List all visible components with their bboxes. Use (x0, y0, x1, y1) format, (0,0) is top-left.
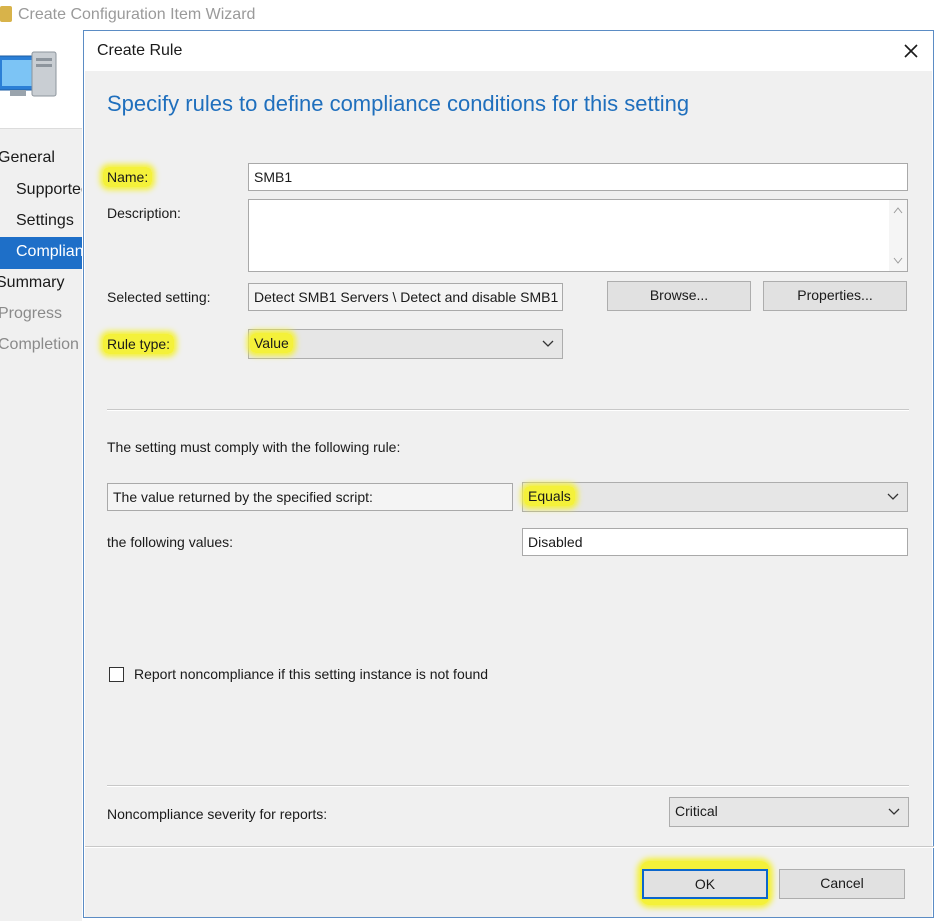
sidebar-item-supported-platforms[interactable]: Supported Platforms (16, 181, 82, 199)
rule-subject-field: The value returned by the specified scri… (107, 483, 513, 511)
separator (107, 409, 909, 411)
create-rule-dialog: Create Rule Specify rules to define comp… (83, 30, 934, 918)
wizard-app-icon (0, 6, 12, 22)
close-icon[interactable] (899, 39, 923, 63)
rule-type-label-wrap: Rule type: (103, 334, 175, 354)
description-label: Description: (107, 205, 181, 221)
wizard-title: Create Configuration Item Wizard (18, 6, 256, 23)
chevron-down-icon (887, 493, 899, 500)
report-noncompliance-label: Report noncompliance if this setting ins… (134, 666, 489, 682)
sidebar-item-summary[interactable]: Summary (0, 274, 82, 292)
dialog-title: Create Rule (97, 42, 183, 59)
selected-setting-field: Detect SMB1 Servers \ Detect and disable… (248, 283, 563, 311)
rule-type-value: Value (250, 333, 293, 353)
name-input[interactable]: SMB1 (248, 163, 908, 191)
separator (107, 785, 909, 787)
sidebar-item-settings[interactable]: Settings (16, 212, 82, 230)
scroll-down-icon[interactable] (893, 257, 903, 265)
following-values-input[interactable]: Disabled (522, 528, 908, 556)
report-noncompliance-checkbox[interactable] (109, 667, 124, 682)
scroll-up-icon[interactable] (893, 206, 903, 214)
rule-intro-text: The setting must comply with the followi… (107, 439, 401, 455)
operator-value: Equals (524, 486, 575, 506)
operator-select[interactable]: Equals (522, 482, 908, 512)
following-values-label: the following values: (107, 534, 234, 550)
sidebar-item-completion: Completion (0, 336, 79, 353)
name-label: Name: (103, 167, 153, 187)
sidebar-item-progress: Progress (0, 305, 63, 322)
rule-type-label: Rule type: (103, 334, 175, 354)
separator (85, 846, 934, 848)
dialog-titlebar: Create Rule (84, 31, 933, 71)
dialog-body: Specify rules to define compliance condi… (85, 71, 934, 917)
severity-label: Noncompliance severity for reports: (107, 806, 328, 822)
description-textarea[interactable] (248, 199, 908, 272)
severity-value: Critical (675, 803, 718, 819)
selected-setting-label: Selected setting: (107, 289, 211, 305)
severity-select[interactable]: Critical (669, 797, 909, 827)
wizard-titlebar: Create Configuration Item Wizard (0, 0, 936, 30)
chevron-down-icon (542, 340, 554, 347)
cancel-button[interactable]: Cancel (779, 869, 905, 899)
sidebar-item-compliance-rules[interactable]: Compliance Rules (16, 243, 82, 261)
wizard-sidebar: General Supported Platforms Settings Com… (0, 128, 82, 921)
browse-button[interactable]: Browse... (607, 281, 751, 311)
name-label-wrap: Name: (103, 167, 153, 187)
sidebar-item-general[interactable]: General (0, 149, 82, 167)
rule-type-select[interactable]: Value (248, 329, 563, 359)
page-header: Specify rules to define compliance condi… (107, 91, 690, 116)
wizard-banner (0, 30, 82, 128)
description-scrollbar[interactable] (889, 200, 907, 271)
properties-button[interactable]: Properties... (763, 281, 907, 311)
ok-button[interactable]: OK (642, 869, 768, 899)
chevron-down-icon (888, 808, 900, 815)
computer-icon (0, 51, 57, 97)
